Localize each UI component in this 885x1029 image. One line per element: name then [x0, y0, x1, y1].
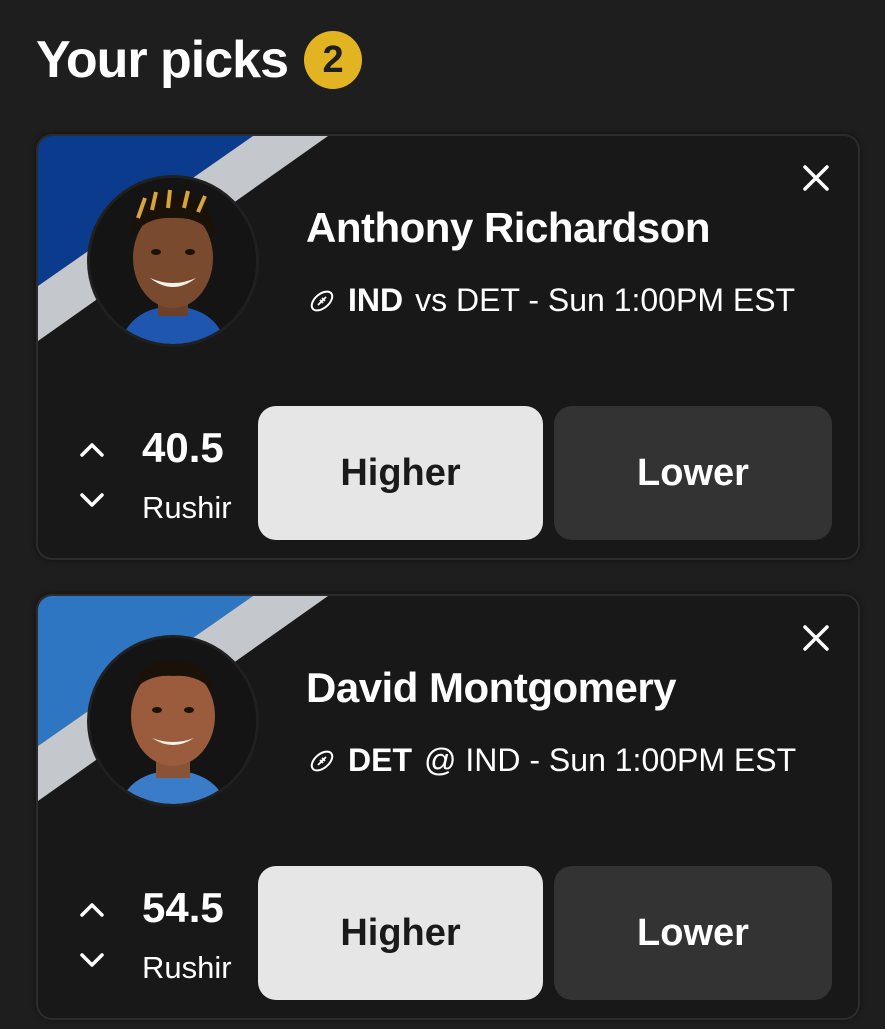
player-avatar — [90, 638, 256, 804]
stat-type: Rushir — [142, 490, 232, 525]
picks-header: Your picks 2 — [36, 30, 363, 90]
matchup-text: vs DET - Sun 1:00PM EST — [415, 282, 796, 318]
close-icon[interactable] — [796, 158, 836, 198]
close-icon[interactable] — [796, 618, 836, 658]
matchup-info: DET @ IND - Sun 1:00PM EST — [308, 742, 796, 779]
page-title: Your picks — [36, 31, 289, 89]
lower-button[interactable]: Lower — [554, 406, 832, 540]
player-name: David Montgomery — [306, 664, 677, 711]
matchup-info: IND vs DET - Sun 1:00PM EST — [308, 282, 795, 319]
player-avatar — [90, 178, 256, 344]
pick-card: Anthony Richardson IND vs DET - Sun 1:00… — [36, 134, 860, 560]
chevron-down-icon[interactable] — [76, 948, 108, 972]
player-name: Anthony Richardson — [306, 204, 711, 251]
matchup-text: @ IND - Sun 1:00PM EST — [424, 742, 797, 778]
pick-count-badge: 2 — [304, 31, 363, 89]
lower-button[interactable]: Lower — [554, 866, 832, 1000]
team-abbr: IND — [348, 282, 404, 318]
higher-button[interactable]: Higher — [258, 406, 543, 540]
chevron-up-icon[interactable] — [76, 438, 108, 462]
pick-card: David Montgomery DET @ IND - Sun 1:00PM … — [36, 594, 860, 1020]
chevron-down-icon[interactable] — [76, 488, 108, 512]
team-abbr: DET — [348, 742, 412, 778]
stat-line-value: 54.5 — [142, 884, 224, 931]
stat-line-value: 40.5 — [142, 424, 224, 471]
higher-button[interactable]: Higher — [258, 866, 543, 1000]
football-icon — [310, 750, 334, 771]
stat-type: Rushir — [142, 950, 232, 985]
chevron-up-icon[interactable] — [76, 898, 108, 922]
football-icon — [310, 290, 334, 311]
